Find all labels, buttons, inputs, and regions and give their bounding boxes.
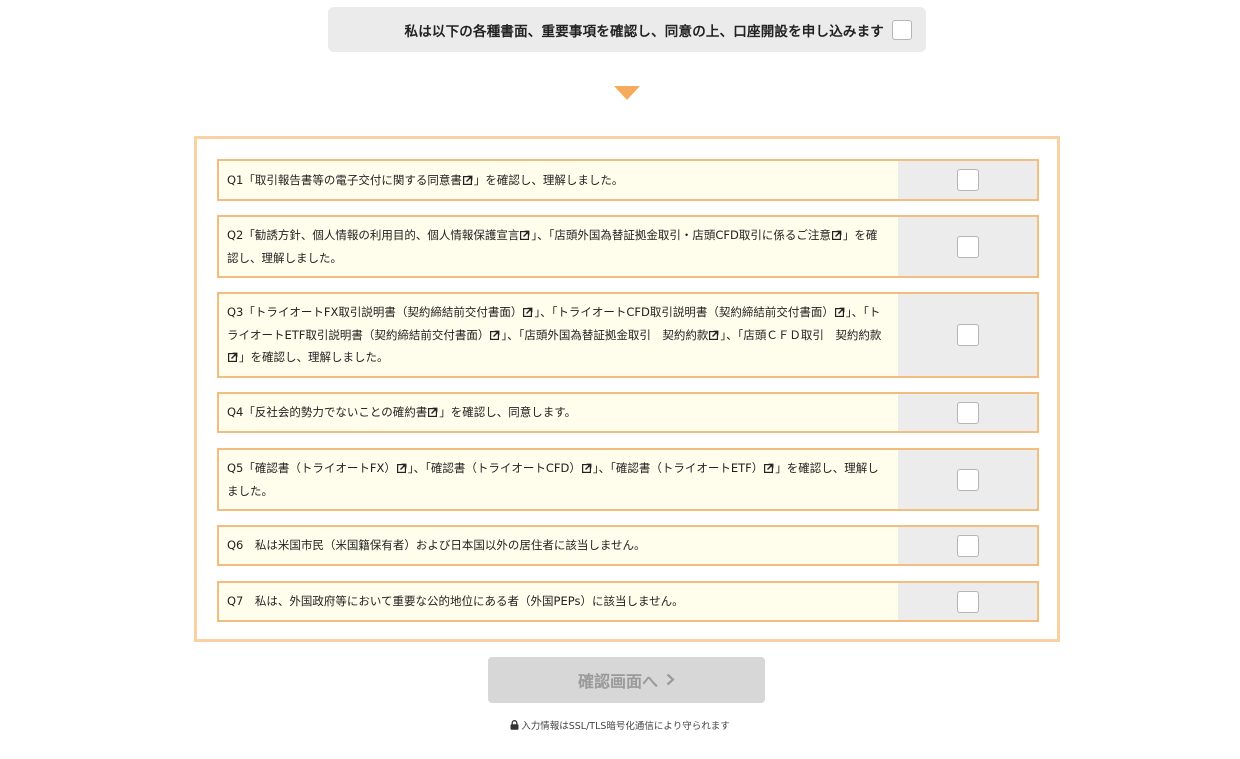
question-checkbox-cell bbox=[898, 583, 1037, 620]
question-checkbox-q7[interactable] bbox=[956, 590, 979, 613]
question-checkbox-q3[interactable] bbox=[956, 324, 979, 346]
question-checkbox-q4[interactable] bbox=[956, 401, 979, 424]
question-text-segment: 」、「店頭ＣＦＤ取引 契約約款 bbox=[720, 327, 882, 342]
external-link-icon[interactable] bbox=[428, 402, 438, 418]
question-row-q3: Q3「トライオートFX取引説明書（契約締結前交付書面） 」、「トライオートCFD取… bbox=[217, 292, 1039, 378]
lock-icon bbox=[510, 720, 519, 730]
question-checkbox-cell bbox=[898, 394, 1037, 431]
consent-bar: 私は以下の各種書面、重要事項を確認し、同意の上、口座開設を申し込みます bbox=[328, 7, 926, 52]
external-link-icon[interactable] bbox=[228, 347, 238, 363]
question-row-q7: Q7 私は、外国政府等において重要な公的地位にある者（外国PEPs）に該当しませ… bbox=[217, 581, 1039, 622]
question-row-q6: Q6 私は米国市民（米国籍保有者）および日本国以外の居住者に該当しません。 bbox=[217, 525, 1039, 566]
question-text-segment: Q2「勧誘方針、個人情報の利用目的、個人情報保護宣言 bbox=[227, 228, 520, 242]
question-text-segment: 」、「確認書（トライオートCFD） bbox=[407, 461, 581, 475]
questions-panel: Q1「取引報告書等の電子交付に関する同意書 」を確認し、理解しました。 Q2「勧誘… bbox=[194, 136, 1060, 642]
question-text-segment: Q5「確認書（トライオートFX） bbox=[227, 461, 396, 475]
external-link-icon[interactable] bbox=[764, 458, 774, 474]
question-row-q1: Q1「取引報告書等の電子交付に関する同意書 」を確認し、理解しました。 bbox=[217, 159, 1039, 201]
ssl-text: 入力情報はSSL/TLS暗号化通信により守られます bbox=[521, 721, 730, 732]
question-text: Q6 私は米国市民（米国籍保有者）および日本国以外の居住者に該当しません。 bbox=[219, 527, 898, 564]
question-text: Q5「確認書（トライオートFX） 」、「確認書（トライオートCFD） 」、「確認書（… bbox=[219, 450, 898, 509]
question-row-q2: Q2「勧誘方針、個人情報の利用目的、個人情報保護宣言 」、「店頭外国為替証拠金取引… bbox=[217, 215, 1039, 278]
external-link-icon[interactable] bbox=[396, 458, 407, 474]
external-link-icon[interactable] bbox=[831, 225, 842, 241]
ssl-notice: 入力情報はSSL/TLS暗号化通信により守られます bbox=[0, 718, 1240, 732]
external-link-icon[interactable] bbox=[834, 302, 845, 318]
question-text: Q1「取引報告書等の電子交付に関する同意書 」を確認し、理解しました。 bbox=[219, 161, 898, 199]
question-checkbox-cell bbox=[898, 161, 1037, 199]
question-text-segment: Q4「反社会的勢力でないことの確約書 bbox=[227, 405, 428, 420]
consent-text: 私は以下の各種書面、重要事項を確認し、同意の上、口座開設を申し込みます bbox=[404, 23, 884, 40]
external-link-icon[interactable] bbox=[520, 225, 530, 241]
question-checkbox-q6[interactable] bbox=[956, 534, 979, 557]
question-checkbox-q2[interactable] bbox=[956, 235, 979, 258]
external-link-icon[interactable] bbox=[581, 458, 592, 474]
question-row-q5: Q5「確認書（トライオートFX） 」、「確認書（トライオートCFD） 」、「確認書（… bbox=[217, 448, 1039, 511]
question-text: Q3「トライオートFX取引説明書（契約締結前交付書面） 」、「トライオートCFD取… bbox=[219, 294, 898, 376]
question-text: Q2「勧誘方針、個人情報の利用目的、個人情報保護宣言 」、「店頭外国為替証拠金取引… bbox=[219, 217, 898, 276]
down-arrow-icon bbox=[614, 86, 640, 100]
external-link-icon[interactable] bbox=[709, 325, 719, 340]
question-checkbox-q5[interactable] bbox=[956, 468, 979, 491]
question-checkbox-cell bbox=[898, 217, 1037, 276]
confirm-button[interactable]: 確認画面へ bbox=[488, 657, 765, 703]
question-text-segment: Q1「取引報告書等の電子交付に関する同意書 bbox=[227, 172, 462, 187]
question-text-segment: 」、「店頭外国為替証拠金取引 契約約款 bbox=[501, 327, 709, 342]
question-text-segment: 」を確認し、同意します。 bbox=[439, 405, 577, 420]
question-text: Q7 私は、外国政府等において重要な公的地位にある者（外国PEPs）に該当しませ… bbox=[219, 583, 898, 620]
question-text-segment: 」、「確認書（トライオートETF） bbox=[592, 461, 764, 475]
question-text-segment: 」、「トライオートCFD取引説明書（契約締結前交付書面） bbox=[534, 305, 834, 320]
question-text-segment: 」、「店頭外国為替証拠金取引・店頭CFD取引に係るご注意 bbox=[531, 228, 831, 242]
external-link-icon[interactable] bbox=[523, 302, 533, 318]
chevron-right-icon bbox=[666, 671, 675, 690]
external-link-icon[interactable] bbox=[490, 325, 500, 340]
question-row-q4: Q4「反社会的勢力でないことの確約書 」を確認し、同意します。 bbox=[217, 392, 1039, 433]
question-checkbox-cell bbox=[898, 527, 1037, 564]
external-link-icon[interactable] bbox=[462, 170, 473, 185]
question-text-segment: 」を確認し、理解しました。 bbox=[239, 350, 389, 365]
consent-checkbox[interactable] bbox=[892, 19, 912, 40]
question-checkbox-q1[interactable] bbox=[956, 169, 979, 191]
question-checkbox-cell bbox=[898, 450, 1037, 509]
question-text-segment: Q6 私は米国市民（米国籍保有者）および日本国以外の居住者に該当しません。 bbox=[227, 538, 646, 553]
question-text: Q4「反社会的勢力でないことの確約書 」を確認し、同意します。 bbox=[219, 394, 898, 431]
question-text-segment: Q7 私は、外国政府等において重要な公的地位にある者（外国PEPs）に該当しませ… bbox=[227, 594, 684, 609]
question-text-segment: 」を確認し、理解しました。 bbox=[473, 172, 624, 187]
confirm-button-label: 確認画面へ bbox=[577, 672, 658, 691]
question-text-segment: Q3「トライオートFX取引説明書（契約締結前交付書面） bbox=[227, 305, 523, 320]
question-checkbox-cell bbox=[898, 294, 1037, 376]
